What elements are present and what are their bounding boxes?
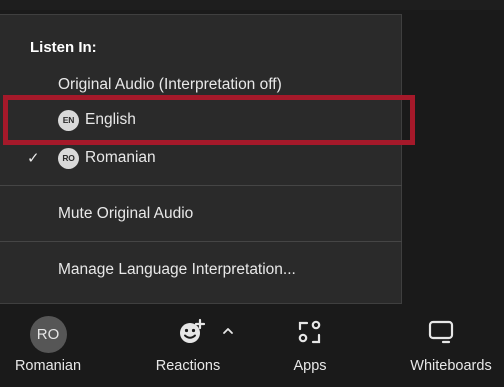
toolbar-label: Whiteboards — [410, 358, 492, 374]
apps-button[interactable]: Apps — [278, 304, 342, 387]
menu-item-label: Manage Language Interpretation... — [58, 261, 296, 278]
reactions-button[interactable]: Reactions — [138, 304, 238, 387]
menu-item-english[interactable]: EN English — [0, 103, 402, 137]
language-avatar-icon: RO — [29, 315, 67, 353]
listen-in-header: Listen In: — [30, 39, 97, 56]
whiteboard-icon — [427, 319, 455, 345]
menu-item-label: Mute Original Audio — [58, 205, 194, 222]
toolbar-label: Reactions — [155, 358, 221, 374]
checkmark-icon: ✓ — [27, 150, 40, 167]
menu-item-label: Original Audio (Interpretation off) — [58, 76, 282, 93]
background-top — [0, 0, 504, 10]
toolbar-label: Romanian — [14, 358, 82, 374]
menu-divider — [0, 241, 402, 242]
whiteboards-button[interactable]: Whiteboards — [392, 304, 504, 387]
apps-icon — [297, 319, 323, 345]
interpretation-button[interactable]: RO Romanian — [0, 304, 96, 387]
meeting-toolbar: RO Romanian Reactions Apps Whiteboards — [0, 304, 504, 387]
toolbar-label: Apps — [293, 358, 327, 374]
menu-item-mute-original-audio[interactable]: Mute Original Audio — [0, 197, 402, 231]
language-badge-icon: EN — [58, 109, 79, 131]
menu-item-label: Romanian — [85, 149, 156, 166]
menu-item-original-audio[interactable]: Original Audio (Interpretation off) — [0, 68, 402, 102]
smiley-plus-icon — [178, 317, 208, 347]
language-interpretation-menu: Listen In: Original Audio (Interpretatio… — [0, 14, 402, 304]
menu-item-manage-language-interpretation[interactable]: Manage Language Interpretation... — [0, 253, 402, 287]
language-badge-icon: RO — [58, 147, 79, 169]
chevron-up-icon[interactable] — [222, 326, 234, 336]
menu-item-romanian[interactable]: ✓ RO Romanian — [0, 141, 402, 175]
menu-divider — [0, 185, 402, 186]
menu-item-label: English — [85, 111, 136, 128]
